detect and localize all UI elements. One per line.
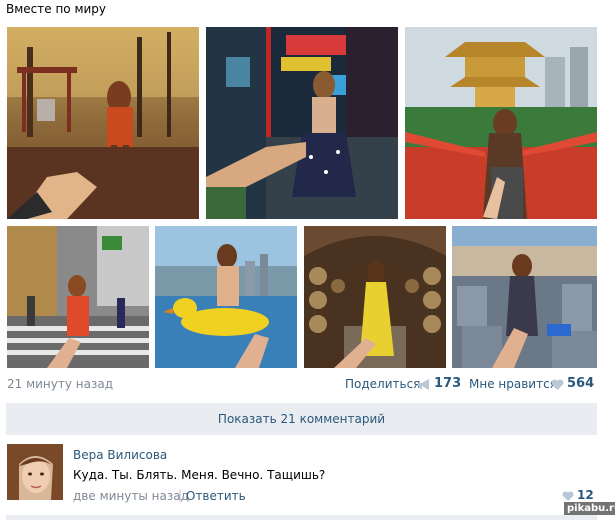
- post-time[interactable]: 21 минуту назад: [7, 377, 113, 391]
- photo-memorial-stones[interactable]: [452, 226, 597, 368]
- post-title: Вместе по миру: [6, 2, 107, 16]
- comment-text: Куда. Ты. Блять. Меня. Вечно. Тащишь?: [73, 468, 326, 482]
- divider: [6, 515, 597, 520]
- share-button[interactable]: Поделиться: [345, 377, 420, 391]
- avatar[interactable]: [7, 444, 63, 500]
- like-button[interactable]: Мне нравится: [469, 377, 557, 391]
- comment-author[interactable]: Вера Вилисова: [73, 448, 167, 462]
- like-count: 564: [567, 376, 595, 391]
- watermark: pikabu.ru: [564, 502, 615, 515]
- photo-city-neon-night[interactable]: [206, 27, 398, 219]
- share-count: 173: [434, 376, 462, 391]
- show-comments-button[interactable]: Показать 21 комментарий: [6, 403, 597, 435]
- megaphone-icon[interactable]: [417, 379, 431, 390]
- post-meta-row: 21 минуту назад Поделиться 173 Мне нрави…: [0, 376, 615, 392]
- photo-wine-cellar[interactable]: [304, 226, 446, 368]
- photo-beach-duck-float[interactable]: [155, 226, 297, 368]
- comment-like-count: 12: [577, 488, 594, 502]
- comment-heart-icon[interactable]: [562, 491, 574, 501]
- comment-separator: |: [178, 488, 183, 502]
- photo-chinese-pavilion-bridge[interactable]: [405, 27, 597, 219]
- comment-time[interactable]: две минуты назад: [73, 489, 189, 503]
- comment-item: Вера Вилисова Куда. Ты. Блять. Меня. Веч…: [0, 444, 615, 514]
- photo-playground-autumn[interactable]: [7, 27, 199, 219]
- photo-city-crosswalk[interactable]: [7, 226, 149, 368]
- reply-button[interactable]: Ответить: [186, 489, 246, 503]
- heart-icon[interactable]: [551, 379, 564, 390]
